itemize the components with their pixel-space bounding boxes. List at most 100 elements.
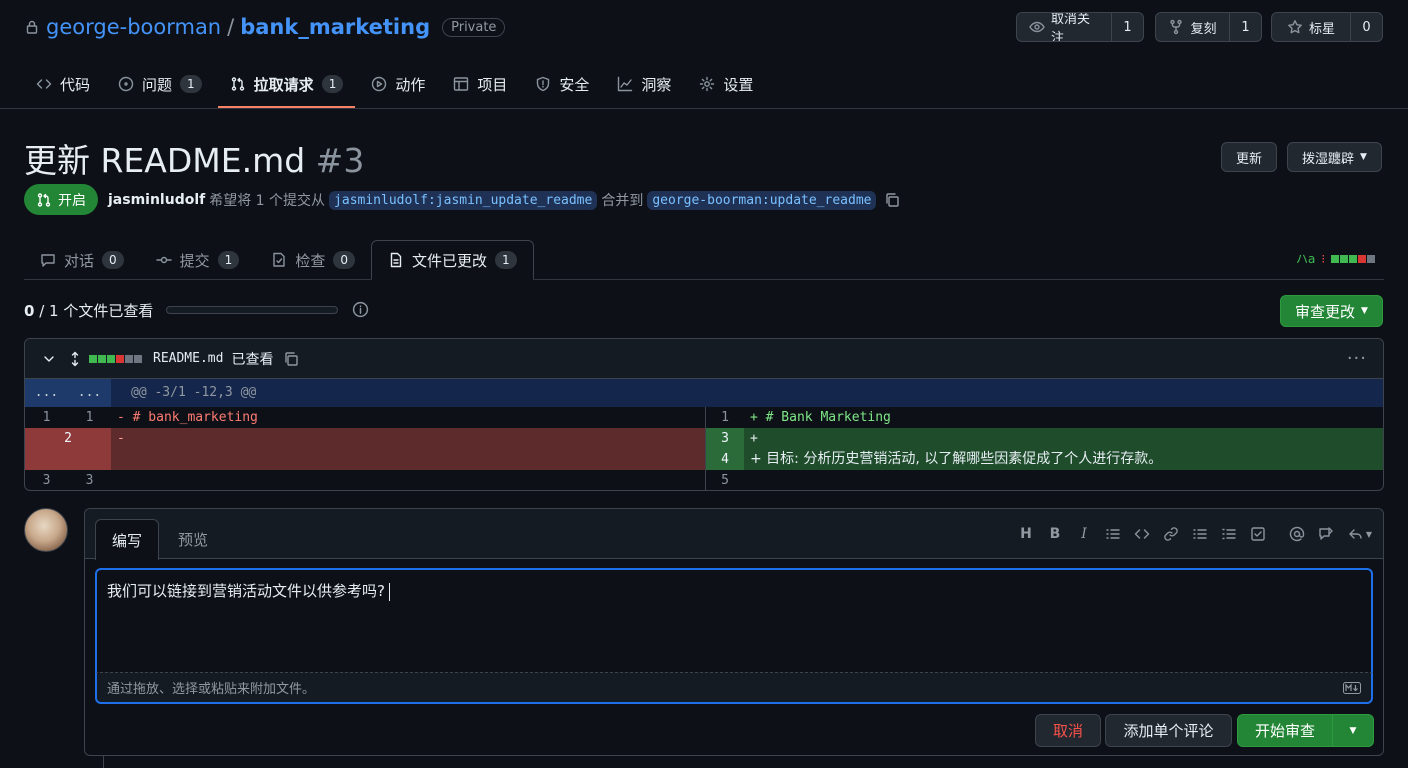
cancel-button[interactable]: 取消 bbox=[1035, 714, 1101, 747]
file-name-link[interactable]: README.md bbox=[153, 351, 223, 366]
triangle-down-icon: ▼ bbox=[1361, 306, 1368, 316]
tab-conversation[interactable]: 对话 0 bbox=[24, 240, 140, 280]
avatar[interactable] bbox=[24, 508, 68, 552]
tab-files-changed-label: 文件已更改 bbox=[411, 251, 487, 270]
tab-projects[interactable]: 项目 bbox=[441, 60, 519, 108]
info-icon[interactable] bbox=[352, 301, 369, 318]
copy-icon[interactable] bbox=[884, 192, 900, 208]
copy-icon[interactable] bbox=[283, 351, 299, 367]
tab-actions[interactable]: 动作 bbox=[359, 60, 437, 108]
bold-icon[interactable]: B bbox=[1047, 525, 1063, 543]
tab-pull-requests[interactable]: 拉取请求 1 bbox=[217, 60, 356, 108]
line-number-new[interactable]: 3 bbox=[68, 470, 111, 490]
diff-line-right: 5 bbox=[706, 470, 1383, 490]
ordered-list-icon[interactable] bbox=[1221, 525, 1237, 543]
code-dropdown-button[interactable]: 拨湿躔辟 ▼ bbox=[1287, 142, 1382, 172]
diff-line-left: 3 3 bbox=[25, 470, 705, 490]
tab-insights[interactable]: 洞察 bbox=[605, 60, 683, 108]
watch-button[interactable]: 取消关注 1 bbox=[1016, 12, 1144, 42]
link-icon[interactable] bbox=[1163, 525, 1179, 543]
diff-line-text: - bbox=[117, 431, 125, 446]
code-dropdown-label: 拨湿躔辟 bbox=[1302, 151, 1355, 167]
code-icon[interactable] bbox=[1134, 525, 1150, 543]
line-number-new[interactable]: 1 bbox=[68, 407, 111, 428]
table-icon bbox=[453, 76, 469, 92]
comment-textarea[interactable]: 我们可以链接到营销活动文件以供参考吗? bbox=[95, 568, 1373, 672]
file-diffstat bbox=[89, 354, 143, 363]
reply-icon[interactable]: ▼ bbox=[1347, 525, 1373, 543]
task-list-icon[interactable] bbox=[1250, 525, 1266, 543]
line-number-new[interactable]: 3 bbox=[706, 428, 744, 449]
visibility-badge: Private bbox=[442, 17, 506, 37]
line-number-new[interactable]: 4 bbox=[706, 449, 744, 470]
heading-icon[interactable]: H bbox=[1018, 525, 1034, 543]
tab-code-label: 代码 bbox=[60, 75, 91, 94]
review-changes-button[interactable]: 审查更改 ▼ bbox=[1280, 295, 1383, 327]
tab-files-changed-counter: 1 bbox=[494, 251, 517, 269]
tab-commits[interactable]: 提交 1 bbox=[140, 240, 256, 280]
diff-line-text: + # Bank Marketing bbox=[750, 410, 891, 425]
unordered-list-icon[interactable] bbox=[1192, 525, 1208, 543]
fork-button[interactable]: 复刻 1 bbox=[1155, 12, 1262, 42]
mention-icon[interactable] bbox=[1289, 525, 1305, 543]
pr-title-text: 更新 README.md bbox=[24, 141, 306, 180]
tab-issues-label: 问题 bbox=[142, 75, 173, 94]
tab-files-changed[interactable]: 文件已更改 1 bbox=[370, 240, 534, 280]
base-branch-link[interactable]: george-boorman:update_readme bbox=[647, 190, 877, 210]
expand-down-button[interactable]: ... bbox=[68, 379, 111, 407]
tab-preview[interactable]: 预览 bbox=[162, 519, 224, 560]
diffstat-blocks bbox=[1331, 254, 1376, 263]
tab-pull-requests-label: 拉取请求 bbox=[253, 75, 314, 94]
head-branch-link[interactable]: jasminludolf:jasmin_update_readme bbox=[329, 190, 598, 210]
tab-code[interactable]: 代码 bbox=[24, 60, 102, 108]
cross-reference-icon[interactable] bbox=[1318, 525, 1334, 543]
tab-security[interactable]: 安全 bbox=[523, 60, 601, 108]
star-button[interactable]: 标星 0 bbox=[1271, 12, 1383, 42]
kebab-menu-icon[interactable]: ··· bbox=[1347, 348, 1367, 369]
file-diff-icon bbox=[388, 252, 404, 268]
text-caret bbox=[388, 582, 390, 601]
quote-icon[interactable] bbox=[1105, 525, 1121, 543]
start-review-dropdown[interactable]: ▼ bbox=[1332, 714, 1374, 747]
fork-count: 1 bbox=[1229, 13, 1261, 41]
tab-conversation-counter: 0 bbox=[102, 251, 124, 269]
tab-settings-label: 设置 bbox=[723, 75, 754, 94]
start-review-button[interactable]: 开始审查 bbox=[1237, 714, 1333, 747]
file-diff: README.md 已查看 ··· ... ... @@ -3/1 -12,3 … bbox=[24, 338, 1384, 491]
hunk-header: @@ -3/1 -12,3 @@ bbox=[131, 385, 257, 400]
line-number-old[interactable]: 1 bbox=[25, 407, 68, 428]
author-link[interactable]: jasminludolf bbox=[108, 192, 205, 208]
markdown-icon[interactable] bbox=[1343, 681, 1361, 694]
repo-owner-link[interactable]: george-boorman bbox=[46, 15, 221, 39]
play-icon bbox=[371, 76, 387, 92]
file-header: README.md 已查看 ··· bbox=[25, 339, 1383, 379]
tab-projects-label: 项目 bbox=[477, 75, 508, 94]
add-single-comment-button[interactable]: 添加单个评论 bbox=[1105, 714, 1232, 747]
add-single-comment-label: 添加单个评论 bbox=[1123, 722, 1214, 740]
diffstat-additions: ハa bbox=[1296, 252, 1316, 266]
chevron-down-icon[interactable] bbox=[41, 351, 57, 367]
tab-checks[interactable]: 检查 0 bbox=[255, 240, 371, 280]
repo-breadcrumb: george-boorman / bank_marketing Private bbox=[24, 12, 506, 42]
expand-icon[interactable] bbox=[67, 351, 83, 367]
update-button[interactable]: 更新 bbox=[1221, 142, 1278, 172]
italic-icon[interactable]: I bbox=[1076, 525, 1092, 543]
line-number-old[interactable]: 2 bbox=[25, 428, 111, 470]
viewed-label[interactable]: 已查看 bbox=[231, 349, 273, 369]
tab-checks-label: 检查 bbox=[295, 251, 326, 270]
line-number-new[interactable]: 1 bbox=[706, 407, 744, 428]
file-attachment-zone[interactable]: 通过拖放、选择或粘贴来附加文件。 bbox=[95, 672, 1373, 704]
tab-write[interactable]: 编写 bbox=[95, 519, 160, 560]
tab-issues-counter: 1 bbox=[180, 75, 202, 93]
expand-up-button[interactable]: ... bbox=[25, 379, 68, 407]
repo-name-link[interactable]: bank_marketing bbox=[240, 15, 430, 39]
tab-preview-label: 预览 bbox=[178, 531, 209, 549]
tab-issues[interactable]: 问题 1 bbox=[106, 60, 214, 108]
line-number-old[interactable]: 3 bbox=[25, 470, 68, 490]
tab-settings[interactable]: 设置 bbox=[687, 60, 765, 108]
diff-line-text: - # bank_marketing bbox=[117, 410, 258, 425]
tab-conversation-label: 对话 bbox=[64, 251, 95, 270]
triangle-down-icon: ▼ bbox=[1349, 725, 1357, 736]
line-number-new[interactable]: 5 bbox=[706, 470, 744, 490]
star-label: 标星 bbox=[1308, 21, 1335, 37]
